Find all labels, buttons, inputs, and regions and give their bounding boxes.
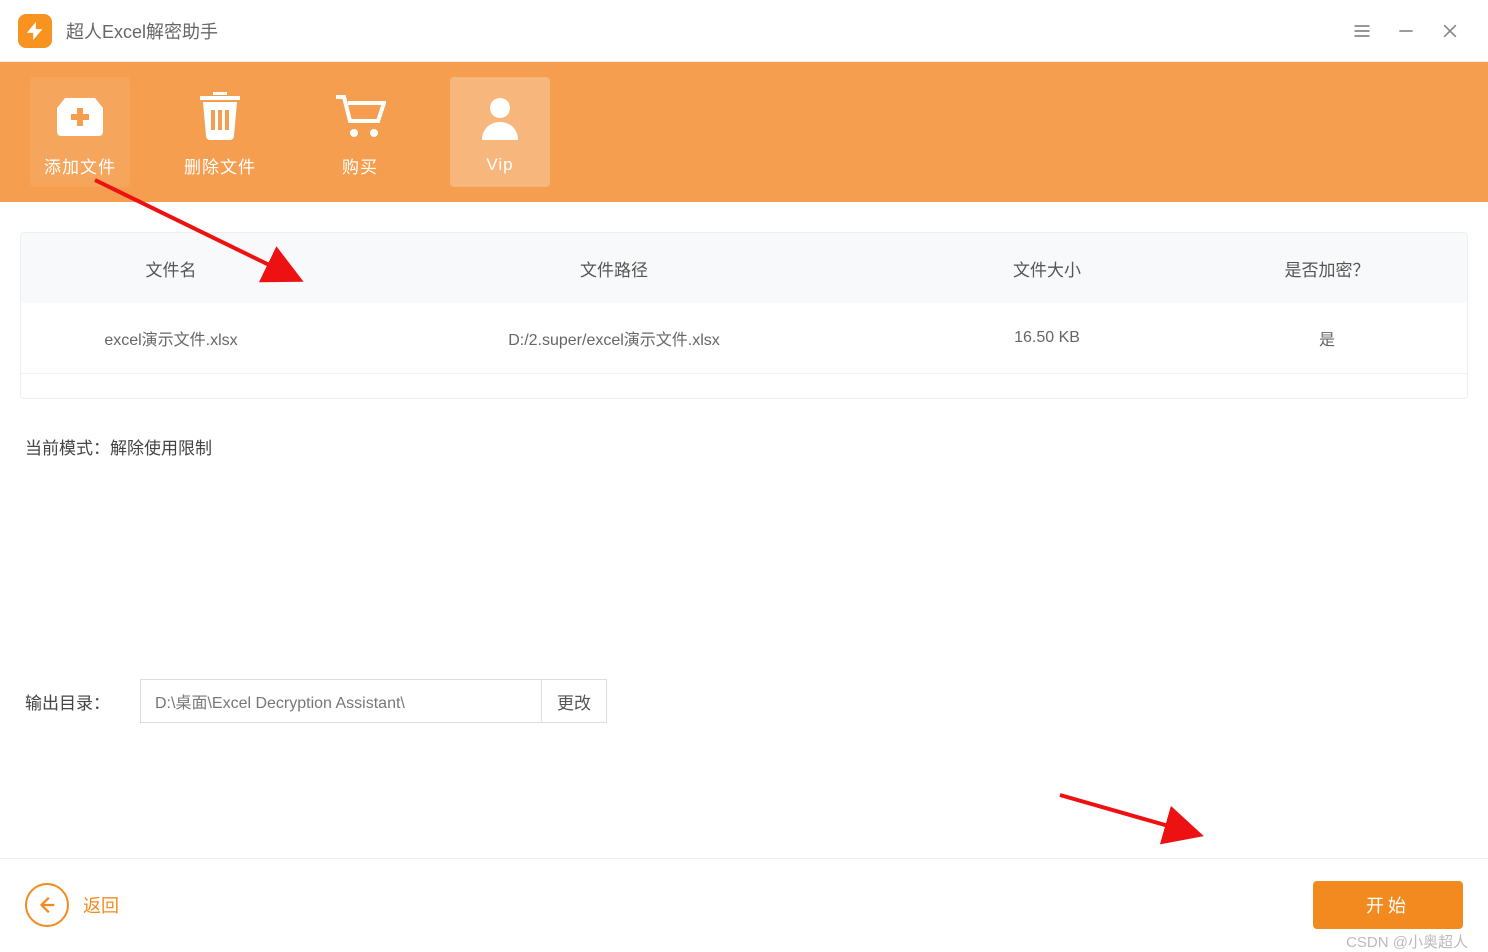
output-path-input[interactable] [141, 680, 541, 722]
vip-button[interactable]: Vip [450, 77, 550, 187]
add-file-icon [53, 87, 107, 145]
table-header-row: 文件名 文件路径 文件大小 是否加密？ [21, 233, 1467, 303]
buy-label: 购买 [342, 153, 378, 178]
bottom-bar: 返回 开始 [0, 858, 1488, 950]
col-filesize: 文件大小 [907, 256, 1187, 281]
delete-file-button[interactable]: 删除文件 [170, 77, 270, 187]
start-button[interactable]: 开始 [1313, 881, 1463, 929]
col-filepath: 文件路径 [321, 256, 907, 281]
app-title: 超人Excel解密助手 [66, 18, 218, 44]
cell-filesize: 16.50 KB [907, 329, 1187, 347]
menu-icon[interactable] [1342, 11, 1382, 51]
title-bar: 超人Excel解密助手 [0, 0, 1488, 62]
cell-filename: excel演示文件.xlsx [21, 326, 321, 350]
table-row[interactable]: excel演示文件.xlsx D:/2.super/excel演示文件.xlsx… [21, 303, 1467, 373]
mode-block: 当前模式：解除使用限制 [20, 399, 1468, 469]
add-file-label: 添加文件 [44, 153, 116, 178]
output-field: 更改 [140, 679, 607, 723]
cart-icon [334, 87, 386, 145]
mode-value: 解除使用限制 [110, 439, 212, 458]
mode-label: 当前模式： [25, 439, 110, 458]
watermark: CSDN @小奥超人 [1346, 931, 1468, 952]
add-file-button[interactable]: 添加文件 [30, 77, 130, 187]
user-icon [480, 89, 520, 147]
cell-filepath: D:/2.super/excel演示文件.xlsx [321, 326, 907, 350]
col-filename: 文件名 [21, 256, 321, 281]
table-spacer [21, 373, 1467, 398]
back-arrow-icon [25, 883, 69, 927]
output-label: 输出目录： [25, 689, 110, 714]
back-button[interactable]: 返回 [25, 883, 119, 927]
buy-button[interactable]: 购买 [310, 77, 410, 187]
output-block: 输出目录： 更改 [20, 669, 1468, 733]
cell-encrypted: 是 [1187, 326, 1467, 350]
content-area: 文件名 文件路径 文件大小 是否加密？ excel演示文件.xlsx D:/2.… [0, 202, 1488, 743]
col-encrypted: 是否加密？ [1187, 256, 1467, 281]
file-table: 文件名 文件路径 文件大小 是否加密？ excel演示文件.xlsx D:/2.… [20, 232, 1468, 399]
annotation-arrow-2 [1055, 790, 1215, 850]
minimize-icon[interactable] [1386, 11, 1426, 51]
back-label: 返回 [83, 892, 119, 918]
vip-label: Vip [486, 155, 513, 175]
toolbar: 添加文件 删除文件 购买 Vip [0, 62, 1488, 202]
change-button[interactable]: 更改 [541, 680, 606, 722]
app-logo [18, 14, 52, 48]
trash-icon [199, 87, 241, 145]
delete-file-label: 删除文件 [184, 153, 256, 178]
close-icon[interactable] [1430, 11, 1470, 51]
